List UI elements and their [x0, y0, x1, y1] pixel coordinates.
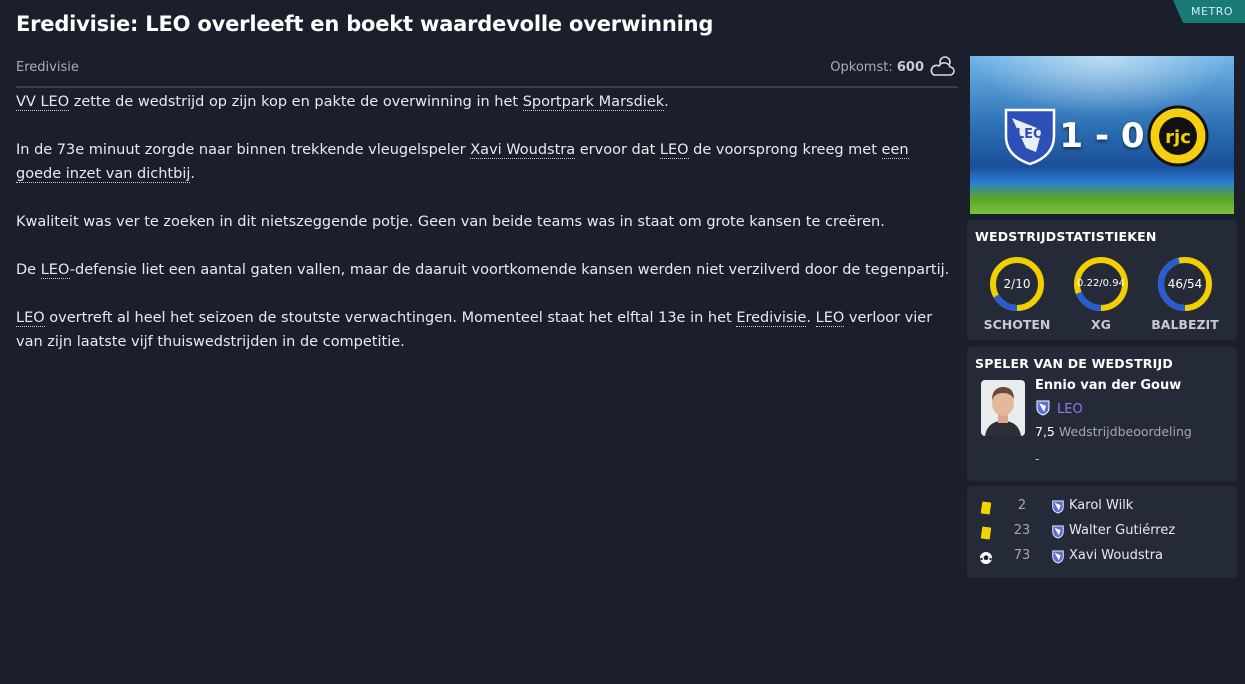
player-extra: -	[1035, 451, 1040, 466]
event-player-link[interactable]: Xavi Woudstra	[1069, 548, 1163, 563]
stat-ring-shots[interactable]: 2/10 SCHOTEN	[984, 254, 1050, 332]
leo-crest-icon	[1036, 400, 1050, 416]
away-goals: 0	[1120, 116, 1145, 156]
club-link[interactable]: LEO	[815, 310, 845, 327]
stat-label: XG	[1091, 317, 1111, 332]
goal-ball-icon	[980, 552, 992, 564]
match-stats-panel: WEDSTRIJDSTATISTIEKEN 2/10 SCHOTEN 0.22/…	[967, 220, 1237, 340]
text: .	[190, 166, 195, 182]
event-row[interactable]: 2 Karol Wilk	[979, 498, 1229, 518]
stat-value: 2/10	[1003, 277, 1031, 291]
text: ervoor dat	[575, 142, 660, 158]
section-title: WEDSTRIJDSTATISTIEKEN	[975, 229, 1157, 244]
competition-link[interactable]: Eredivisie	[736, 310, 807, 327]
text: .	[664, 94, 669, 110]
article-paragraph: LEO overtreft al heel het seizoen de sto…	[16, 306, 956, 354]
text: .	[806, 310, 816, 326]
home-goals: 1	[1059, 116, 1084, 156]
event-player-link[interactable]: Walter Gutiérrez	[1069, 523, 1175, 538]
attendance-label: Opkomst:	[830, 60, 893, 75]
stat-label: BALBEZIT	[1151, 317, 1219, 332]
club-name: LEO	[1057, 402, 1083, 417]
player-club[interactable]: LEO	[1035, 400, 1083, 417]
leo-crest-icon	[1052, 500, 1064, 514]
stat-value: 46/54	[1167, 277, 1203, 291]
score-card[interactable]: LEO 1 - 0 rjc	[970, 56, 1234, 214]
attendance: Opkomst: 600	[830, 60, 924, 75]
club-link[interactable]: VV LEO	[16, 94, 70, 111]
text: In de 73e minuut zorgde naar binnen trek…	[16, 142, 471, 158]
leo-crest-icon	[1052, 550, 1064, 564]
article-meta: Eredivisie Opkomst: 600	[16, 56, 958, 88]
article-body: VV LEO zette de wedstrijd op zijn kop en…	[16, 90, 956, 378]
stadium-link[interactable]: Sportpark Marsdiek	[522, 94, 665, 111]
rating-value: 7,5	[1035, 424, 1055, 439]
partly-cloudy-icon	[930, 56, 955, 76]
player-rating: 7,5 Wedstrijdbeoordeling	[1035, 424, 1192, 439]
player-of-the-match-panel: SPELER VAN DE WEDSTRIJD Ennio van der Go…	[967, 347, 1237, 481]
stat-value: 0.22/0.94	[1077, 278, 1125, 289]
article-paragraph: VV LEO zette de wedstrijd op zijn kop en…	[16, 90, 956, 114]
text: de voorsprong kreeg met	[688, 142, 882, 158]
text: -defensie liet een aantal gaten vallen, …	[69, 262, 950, 278]
competition-link[interactable]: Eredivisie	[16, 60, 79, 75]
text: overtreft al heel het seizoen de stoutst…	[44, 310, 737, 326]
event-row[interactable]: 23 Walter Gutiérrez	[979, 523, 1229, 543]
roda-jc-crest-icon[interactable]: rjc	[1146, 104, 1210, 168]
player-name-link[interactable]: Ennio van der Gouw	[1035, 378, 1181, 393]
event-minute: 23	[1013, 523, 1031, 538]
player-link[interactable]: Xavi Woudstra	[470, 142, 576, 159]
article-paragraph: De LEO-defensie liet een aantal gaten va…	[16, 258, 956, 282]
stat-ring-possession[interactable]: 46/54 BALBEZIT	[1151, 254, 1219, 332]
event-minute: 73	[1013, 548, 1031, 563]
club-link[interactable]: LEO	[16, 310, 45, 327]
score-separator: -	[1094, 116, 1110, 156]
text: zette de wedstrijd op zijn kop en pakte …	[69, 94, 523, 110]
text: De	[16, 262, 41, 278]
yellow-card-icon	[980, 501, 992, 515]
event-minute: 2	[1017, 498, 1027, 513]
article-paragraph: Kwaliteit was ver te zoeken in dit niets…	[16, 214, 885, 230]
yellow-card-icon	[980, 526, 992, 540]
player-portrait[interactable]	[981, 380, 1025, 436]
stat-ring-xg[interactable]: 0.22/0.94 XG	[1071, 254, 1131, 332]
event-player-link[interactable]: Karol Wilk	[1069, 498, 1133, 513]
article-paragraph: In de 73e minuut zorgde naar binnen trek…	[16, 138, 956, 186]
rating-label: Wedstrijdbeoordeling	[1058, 424, 1192, 439]
stat-label: SCHOTEN	[983, 317, 1051, 332]
club-link[interactable]: LEO	[659, 142, 689, 159]
svg-text:rjc: rjc	[1165, 127, 1191, 148]
match-events-panel: 2 Karol Wilk 23 Walter Gutiérrez 73 Xavi…	[967, 486, 1237, 578]
publication-badge: METRO	[1173, 0, 1245, 23]
attendance-value: 600	[896, 60, 924, 75]
page-title: Eredivisie: LEO overleeft en boekt waard…	[16, 12, 714, 36]
club-link[interactable]: LEO	[40, 262, 70, 279]
section-title: SPELER VAN DE WEDSTRIJD	[975, 356, 1173, 371]
event-row[interactable]: 73 Xavi Woudstra	[979, 548, 1229, 568]
leo-crest-icon	[1052, 525, 1064, 539]
